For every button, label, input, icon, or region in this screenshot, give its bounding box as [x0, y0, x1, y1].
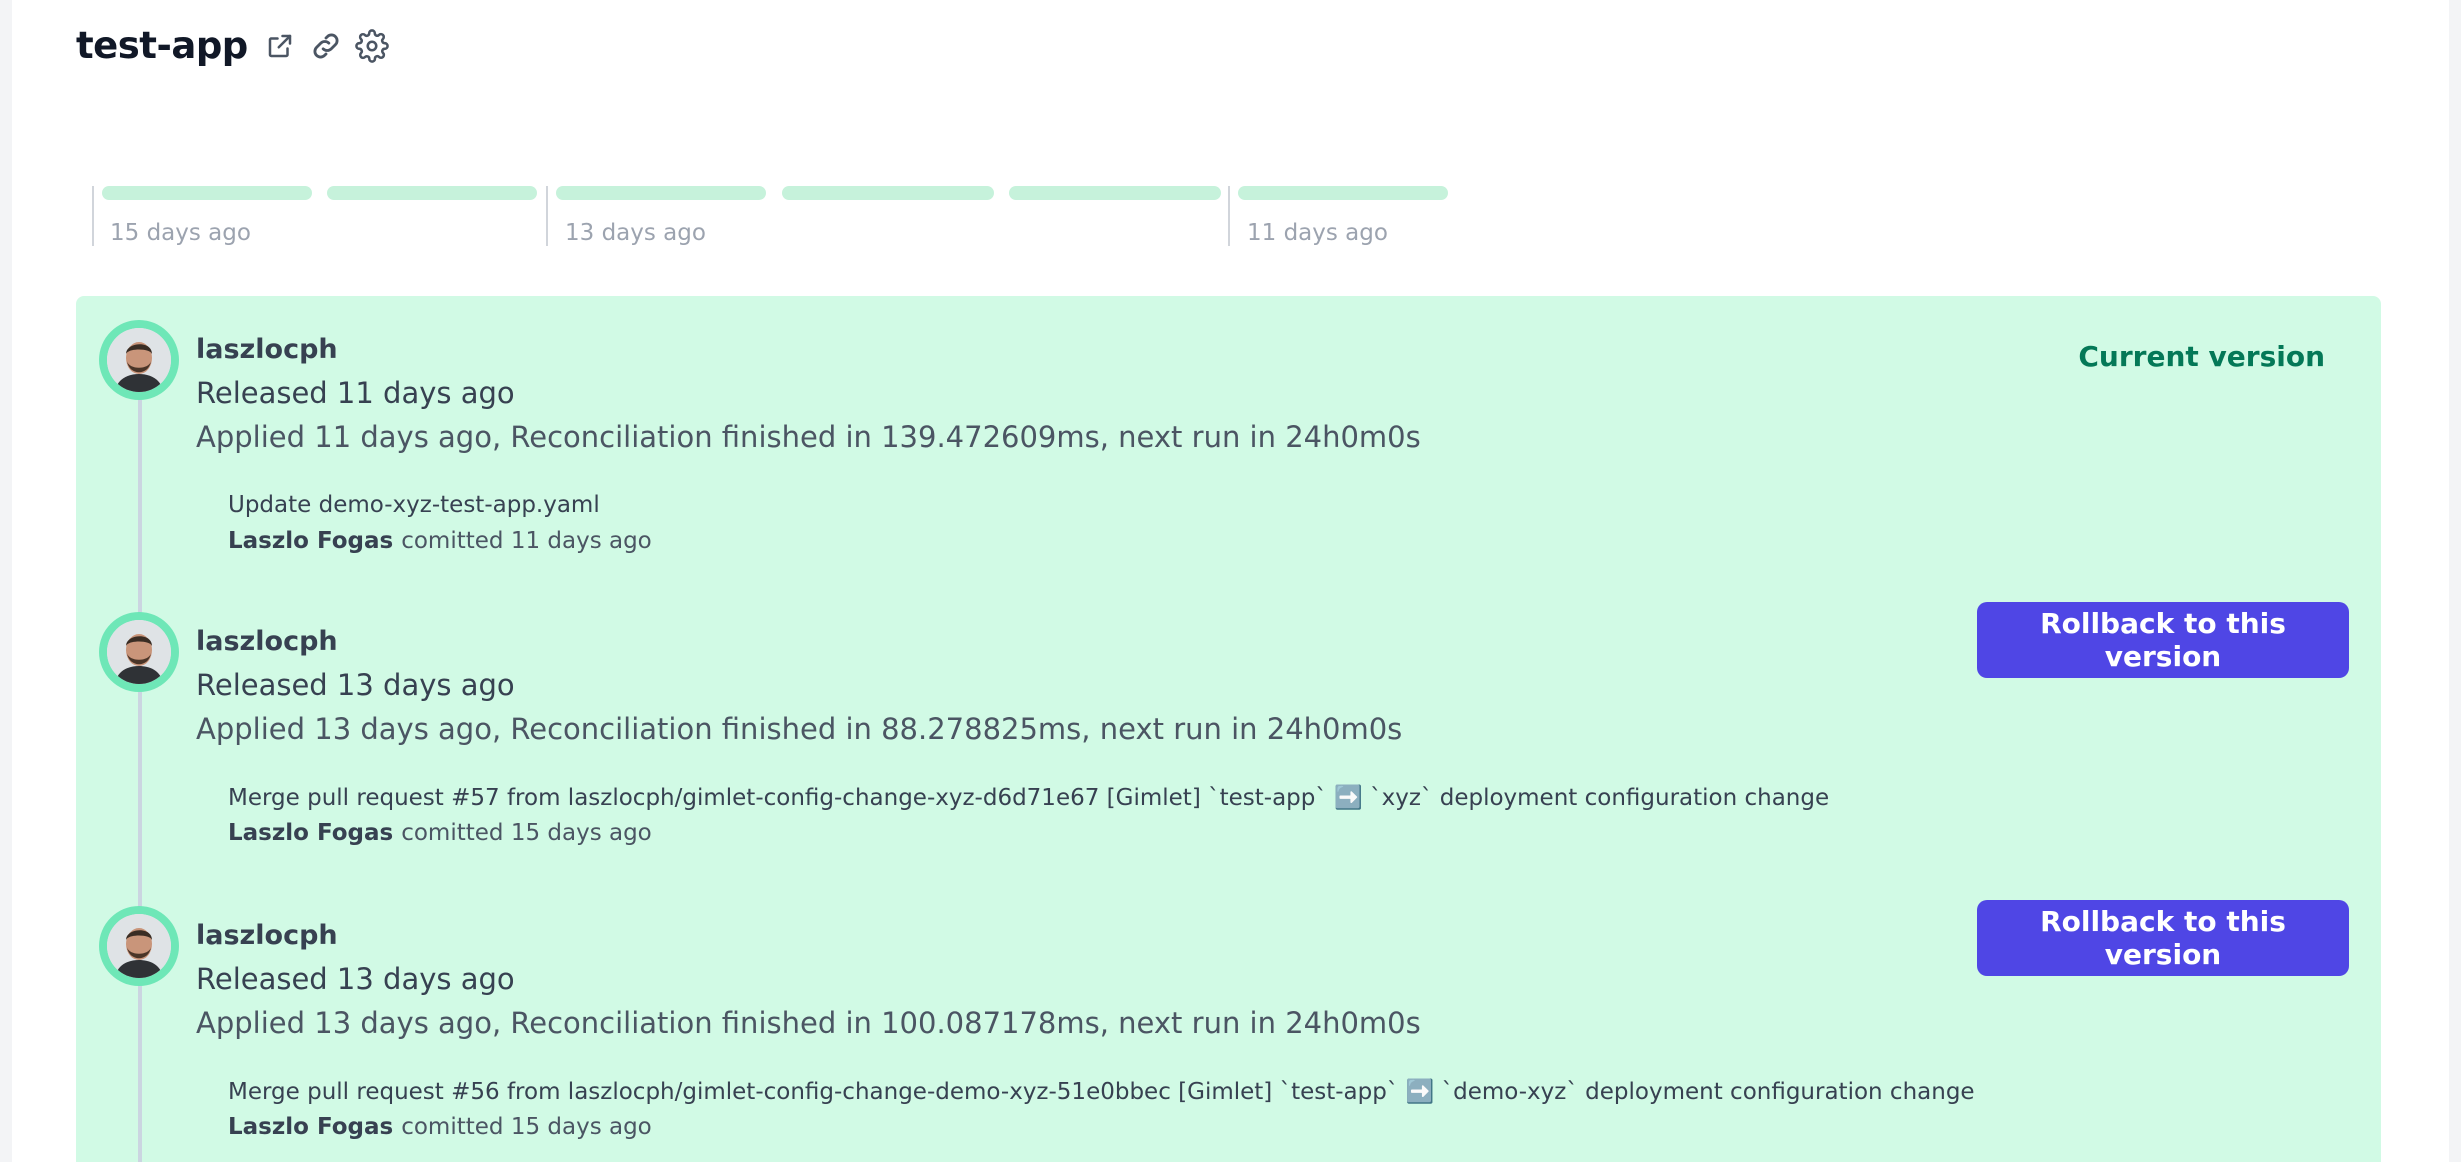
timeline-release-bar[interactable]: [1238, 186, 1448, 200]
commit-meta: Laszlo Fogas comitted 15 days ago: [228, 820, 652, 846]
commit-message: Merge pull request #57 from laszlocph/gi…: [228, 785, 1830, 811]
timeline-release-bar[interactable]: [782, 186, 994, 200]
gear-icon[interactable]: [352, 26, 392, 66]
timeline-label: 15 days ago: [110, 220, 251, 246]
release-timeline: 15 days ago 13 days ago 11 days ago: [12, 180, 1512, 250]
release-time: Released 13 days ago: [196, 962, 515, 996]
avatar: [99, 320, 179, 400]
commit-author: Laszlo Fogas: [228, 1114, 394, 1140]
commit-message: Merge pull request #56 from laszlocph/gi…: [228, 1079, 1975, 1105]
avatar: [99, 612, 179, 692]
current-version-badge: Current version: [2078, 340, 2325, 373]
timeline-release-bar[interactable]: [556, 186, 766, 200]
rollback-button[interactable]: Rollback to this version: [1977, 900, 2349, 976]
commit-time: comitted 15 days ago: [401, 1114, 652, 1140]
release-user: laszlocph: [196, 920, 338, 951]
release-time: Released 13 days ago: [196, 668, 515, 702]
timeline-release-bar[interactable]: [1009, 186, 1221, 200]
app-title: test-app: [76, 24, 248, 67]
avatar: [99, 906, 179, 986]
timeline-label: 11 days ago: [1247, 220, 1388, 246]
release-user: laszlocph: [196, 334, 338, 365]
release-user: laszlocph: [196, 626, 338, 657]
commit-message: Update demo-xyz-test-app.yaml: [228, 492, 600, 518]
release-item: laszlocph Released 13 days ago Applied 1…: [76, 588, 2381, 882]
commit-meta: Laszlo Fogas comitted 15 days ago: [228, 1114, 652, 1140]
link-icon[interactable]: [306, 26, 346, 66]
reconciliation-status: Applied 13 days ago, Reconciliation fini…: [196, 1006, 1421, 1040]
commit-meta: Laszlo Fogas comitted 11 days ago: [228, 528, 652, 554]
app-header: test-app: [76, 24, 398, 67]
commit-author: Laszlo Fogas: [228, 528, 394, 554]
timeline-release-bar[interactable]: [102, 186, 312, 200]
timeline-label: 13 days ago: [565, 220, 706, 246]
timeline-separator: [546, 186, 548, 246]
timeline-separator: [1228, 186, 1230, 246]
timeline-separator: [92, 186, 94, 246]
release-item: laszlocph Released 13 days ago Applied 1…: [76, 882, 2381, 1162]
page: test-app 15 days ago 13 days ago 11 days…: [12, 0, 2449, 1162]
release-item: laszlocph Released 11 days ago Applied 1…: [76, 296, 2381, 608]
commit-time: comitted 15 days ago: [401, 820, 652, 846]
rollback-button[interactable]: Rollback to this version: [1977, 602, 2349, 678]
external-link-icon[interactable]: [260, 26, 300, 66]
commit-time: comitted 11 days ago: [401, 528, 652, 554]
releases-panel: laszlocph Released 11 days ago Applied 1…: [76, 296, 2381, 1162]
timeline-release-bar[interactable]: [327, 186, 537, 200]
reconciliation-status: Applied 13 days ago, Reconciliation fini…: [196, 712, 1403, 746]
release-time: Released 11 days ago: [196, 376, 515, 410]
commit-author: Laszlo Fogas: [228, 820, 394, 846]
timeline-connector: [138, 376, 142, 608]
reconciliation-status: Applied 11 days ago, Reconciliation fini…: [196, 420, 1421, 454]
